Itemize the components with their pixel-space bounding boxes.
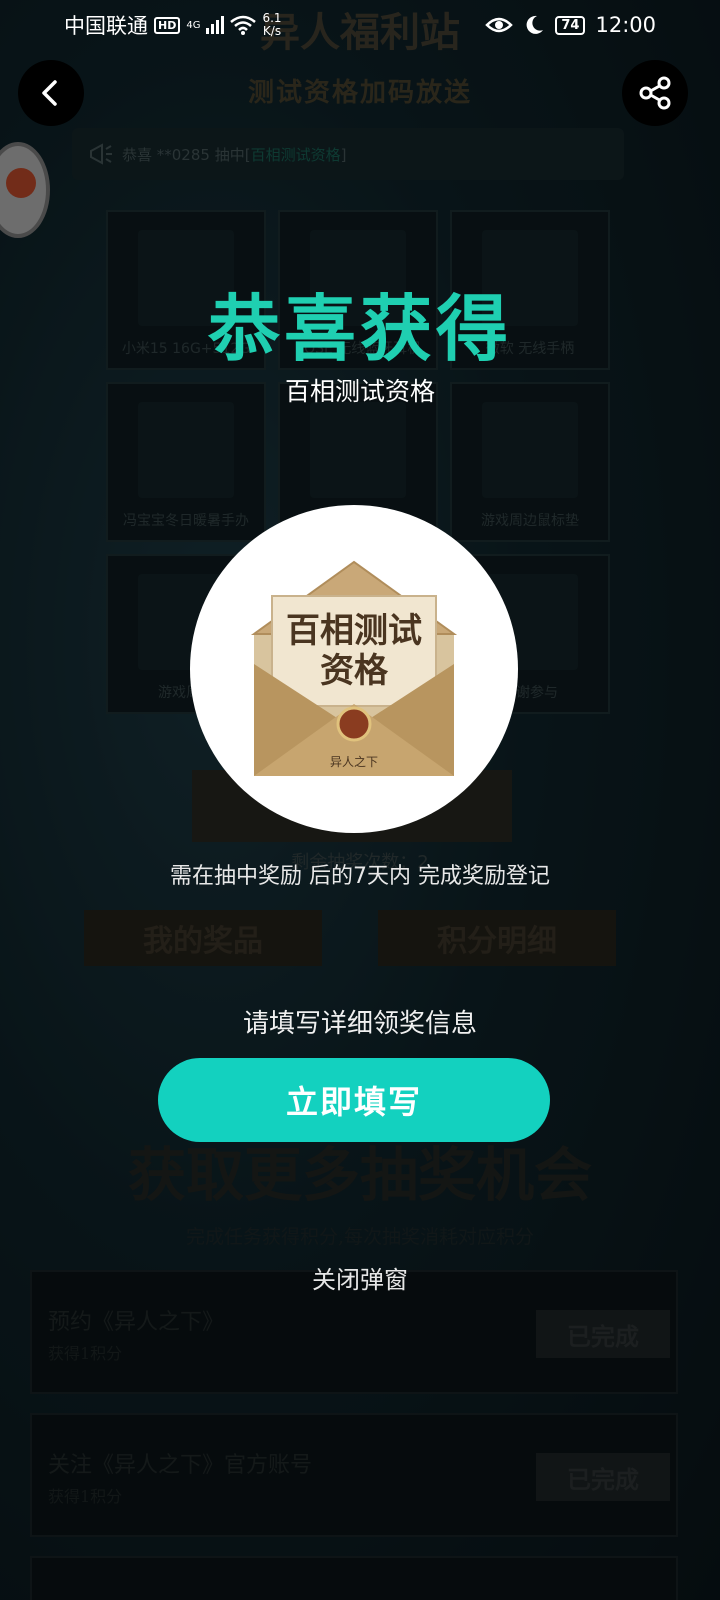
close-modal-link[interactable]: 关闭弹窗: [0, 1260, 720, 1295]
clock: 12:00: [595, 13, 656, 37]
net-speed-unit: K/s: [262, 24, 282, 38]
back-button[interactable]: [18, 60, 84, 126]
eye-icon: [485, 17, 514, 33]
envelope-text-line2: 资格: [320, 651, 389, 691]
share-icon: [639, 76, 671, 110]
fill-info-label: 请填写详细领奖信息: [242, 1009, 477, 1039]
battery-icon: 74: [555, 15, 586, 35]
prize-name: 百相测试资格: [284, 377, 435, 406]
net-speed-value: 6.1: [262, 11, 282, 25]
share-button[interactable]: [622, 60, 688, 126]
fill-now-button[interactable]: 立即填写: [158, 1058, 550, 1142]
network-type: 4G: [186, 20, 201, 31]
carrier-name: 中国联通: [64, 14, 148, 38]
claim-deadline-note: 需在抽中奖励 后的7天内 完成奖励登记: [170, 864, 550, 889]
wifi-icon: [230, 15, 257, 35]
chevron-left-icon: [42, 80, 57, 106]
status-bar: 中国联通 HD 4G 6.1 K/s 74 12:00: [0, 0, 720, 50]
envelope-text-line1: 百相测试: [286, 611, 422, 651]
hd-badge: HD: [154, 16, 181, 34]
envelope-prize-icon: 百相测试 资格 异人之下: [250, 560, 458, 776]
modal-title: 恭喜获得: [207, 287, 512, 371]
envelope-seal-text: 异人之下: [330, 755, 378, 769]
prize-image-circle: 百相测试 资格 异人之下: [190, 505, 518, 833]
moon-icon: [526, 15, 544, 34]
signal-icon: [206, 16, 225, 34]
net-speed: 6.1 K/s: [262, 12, 281, 38]
